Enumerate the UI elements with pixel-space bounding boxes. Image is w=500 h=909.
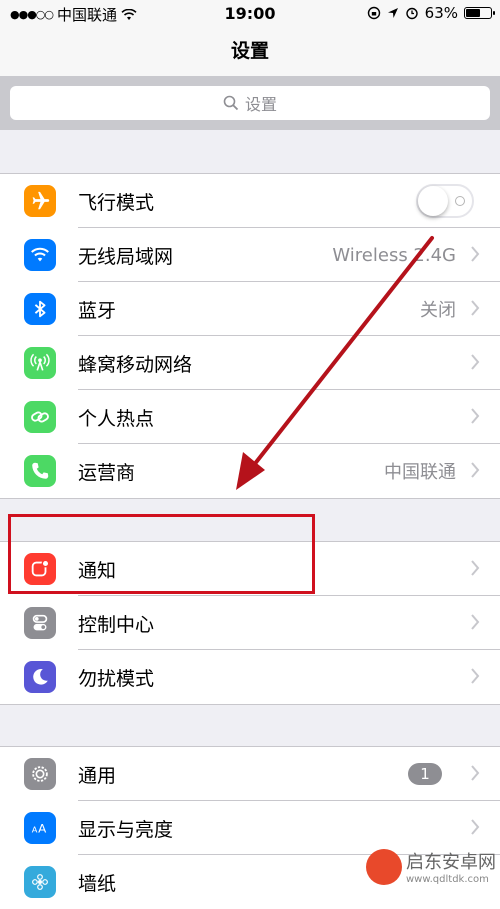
chevron-right-icon <box>471 354 480 370</box>
settings-row-hotspot[interactable]: 个人热点 <box>0 390 500 444</box>
row-label: 墙纸 <box>78 872 117 895</box>
row-value: Wireless 2.4G <box>332 244 456 266</box>
search-input[interactable]: 设置 <box>10 86 490 120</box>
search-placeholder: 设置 <box>244 95 277 114</box>
highlight-box <box>8 514 315 594</box>
airplane-icon <box>24 185 56 217</box>
svg-text:A: A <box>32 825 38 835</box>
row-label: 通用 <box>78 764 117 787</box>
row-label: 控制中心 <box>78 613 155 636</box>
row-label: 显示与亮度 <box>78 818 174 841</box>
chevron-right-icon <box>471 300 480 316</box>
battery-icon <box>464 7 495 19</box>
chevron-right-icon <box>471 462 480 478</box>
row-label: 运营商 <box>78 461 136 484</box>
row-label: 无线局域网 <box>78 245 174 268</box>
watermark-title: 启东安卓网 <box>406 852 496 873</box>
moon-icon <box>24 661 56 693</box>
watermark-url: www.qdltdk.com <box>406 874 489 885</box>
row-label: 蓝牙 <box>78 299 117 322</box>
wallpaper-icon <box>24 866 56 898</box>
chevron-right-icon <box>471 765 480 781</box>
cellular-icon <box>24 347 56 379</box>
page-title: 设置 <box>0 28 500 76</box>
watermark-logo-icon <box>366 848 402 885</box>
gear-icon <box>24 758 56 790</box>
location-icon <box>387 8 398 18</box>
search-icon <box>223 95 239 111</box>
watermark: 启东安卓网 www.qdltdk.com <box>366 848 496 885</box>
row-value: 关闭 <box>420 300 456 321</box>
row-label: 飞行模式 <box>78 191 155 214</box>
control-center-icon <box>24 607 56 639</box>
phone-icon <box>24 455 56 487</box>
row-label: 勿扰模式 <box>78 667 155 690</box>
alarm-icon <box>405 7 418 20</box>
lock-rotation-icon <box>367 6 380 20</box>
wifi-icon <box>24 239 56 271</box>
settings-row-carrier[interactable]: 运营商 中国联通 <box>0 444 500 498</box>
chevron-right-icon <box>471 668 480 684</box>
bluetooth-icon <box>24 293 56 325</box>
chevron-right-icon <box>471 246 480 262</box>
settings-row-wifi[interactable]: 无线局域网 Wireless 2.4G <box>0 228 500 282</box>
settings-row-display[interactable]: A A 显示与亮度 <box>0 801 500 855</box>
airplane-mode-toggle[interactable] <box>416 184 474 218</box>
svg-text:A: A <box>38 822 47 836</box>
search-bar-container: 设置 <box>0 76 500 130</box>
row-label: 蜂窝移动网络 <box>78 353 193 376</box>
settings-row-do-not-disturb[interactable]: 勿扰模式 <box>0 650 500 704</box>
update-badge: 1 <box>408 763 442 785</box>
settings-row-general[interactable]: 通用 1 <box>0 747 500 801</box>
display-icon: A A <box>24 812 56 844</box>
row-value: 中国联通 <box>384 462 456 483</box>
chevron-right-icon <box>471 408 480 424</box>
battery-percent: 63% <box>424 4 458 22</box>
settings-row-bluetooth[interactable]: 蓝牙 关闭 <box>0 282 500 336</box>
settings-row-control-center[interactable]: 控制中心 <box>0 596 500 650</box>
settings-row-airplane[interactable]: 飞行模式 <box>0 174 500 228</box>
connectivity-group: 飞行模式 无线局域网 Wireless 2.4G 蓝牙 关闭 蜂窝移动网络 个人… <box>0 173 500 499</box>
chevron-right-icon <box>471 614 480 630</box>
row-label: 个人热点 <box>78 407 155 430</box>
chevron-right-icon <box>471 819 480 835</box>
hotspot-icon <box>24 401 56 433</box>
chevron-right-icon <box>471 560 480 576</box>
settings-row-cellular[interactable]: 蜂窝移动网络 <box>0 336 500 390</box>
status-bar: ●●●○○ 中国联通 19:00 63% <box>0 0 500 28</box>
